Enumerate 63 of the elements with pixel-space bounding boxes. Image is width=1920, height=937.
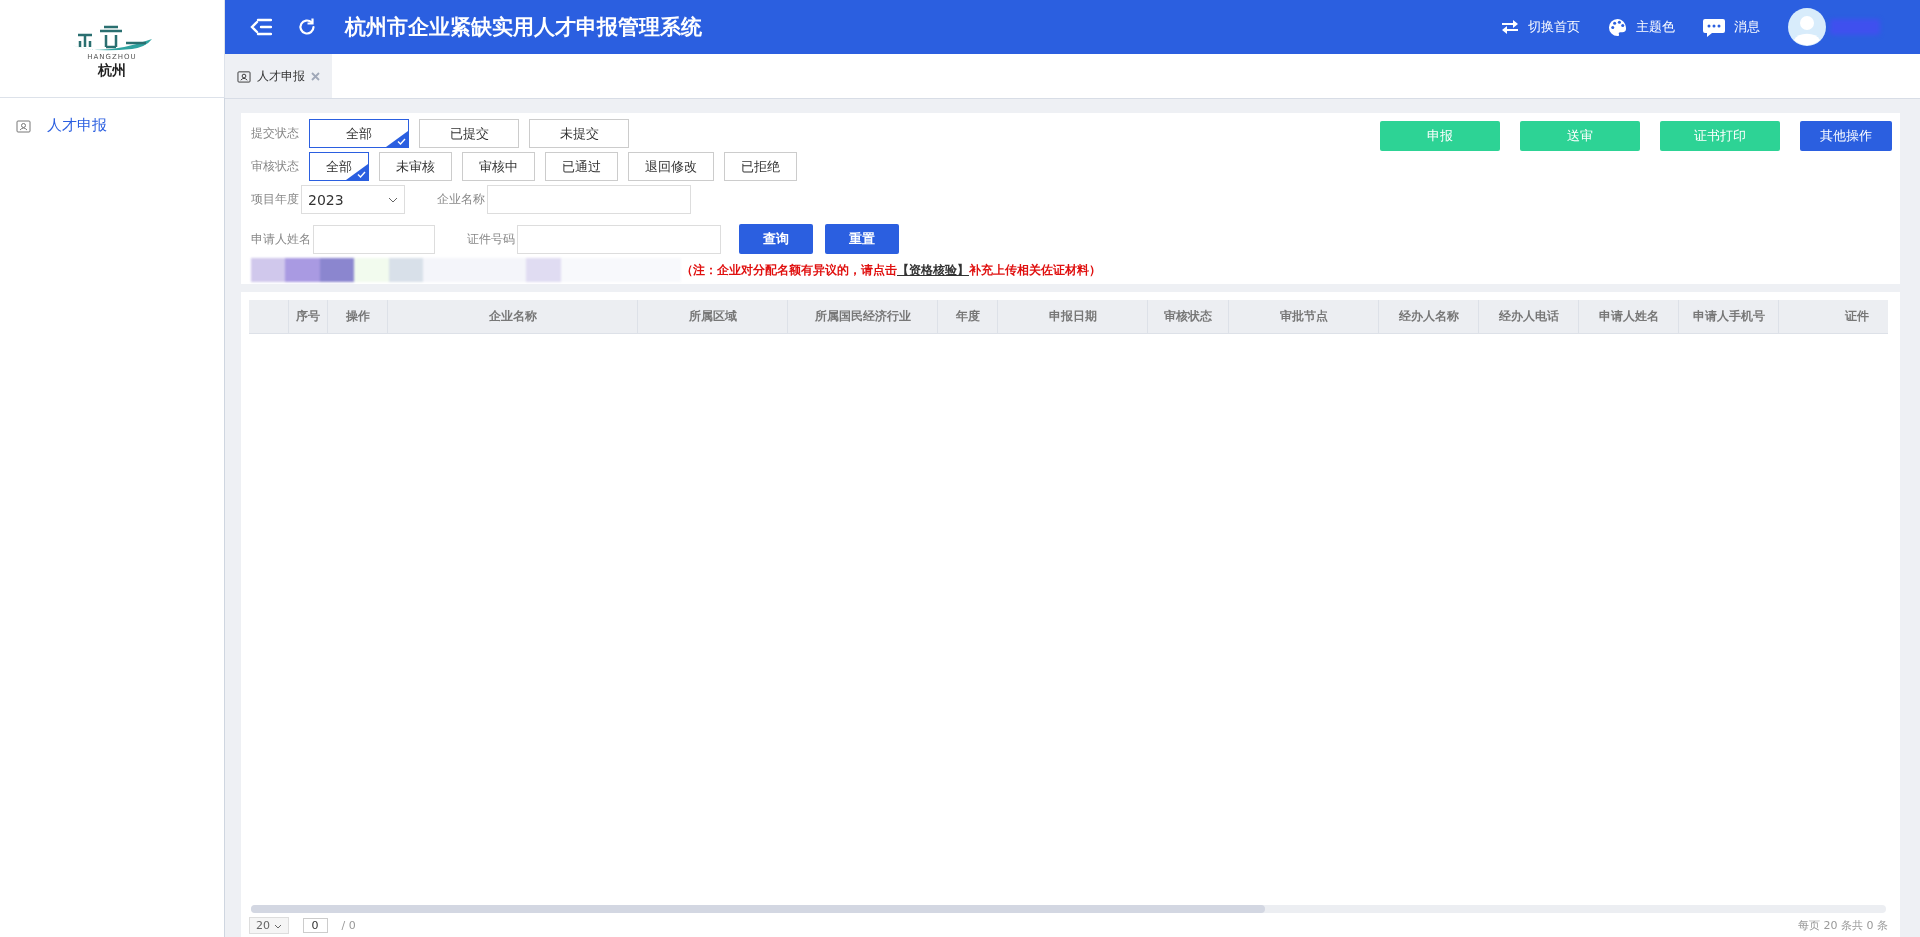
pager-summary: 每页 20 条共 0 条 (1798, 917, 1888, 933)
qualification-check-link[interactable]: 【资格核验】 (897, 262, 969, 277)
form-button[interactable]: 查询 (739, 224, 813, 254)
header-action[interactable]: 消息 (1703, 13, 1760, 41)
column-header: 申请人手机号 (1692, 308, 1765, 325)
filter-option[interactable]: 审核中 (462, 152, 535, 181)
column-header: 证件 (1845, 308, 1869, 325)
notice-text: （注：企业对分配名额有异议的，请点击【资格核验】补充上传相关佐证材料） (681, 261, 1101, 279)
sidebar-item[interactable]: 人才申报 (0, 112, 123, 139)
filter-option[interactable]: 退回修改 (628, 152, 714, 181)
person-card-icon (237, 69, 251, 83)
column-header: 企业名称 (488, 308, 537, 325)
page-number-input[interactable]: 0 (302, 917, 328, 933)
filter-option[interactable]: 全部 (309, 119, 409, 148)
filter-label: 项目年度 (251, 191, 299, 208)
column-header: 经办人名称 (1398, 308, 1459, 325)
refresh-icon (297, 17, 317, 37)
system-title: 杭州市企业紧缺实用人才申报管理系统 (345, 14, 703, 41)
filter-option[interactable]: 已拒绝 (724, 152, 797, 181)
header-action[interactable]: 主题色 (1608, 13, 1675, 41)
column-header: 年度 (955, 308, 980, 325)
page-size-select[interactable]: 20 (249, 916, 289, 934)
filter-option[interactable]: 全部 (309, 152, 369, 181)
filter-label: 申请人姓名 (251, 230, 311, 248)
column-header: 审批节点 (1279, 308, 1328, 325)
filter-option[interactable]: 已通过 (545, 152, 618, 181)
horizontal-scrollbar[interactable] (251, 905, 1886, 913)
column-header: 操作 (345, 308, 370, 325)
total-pages: / 0 (341, 918, 356, 932)
column-header: 申报日期 (1048, 308, 1097, 325)
filter-label: 企业名称 (437, 191, 485, 208)
checkmark-icon (397, 138, 406, 145)
avatar-icon[interactable] (1788, 8, 1826, 46)
applicant-name-input[interactable] (313, 224, 435, 254)
column-header: 序号 (296, 308, 320, 325)
column-header: 所属国民经济行业 (814, 308, 911, 325)
checkmark-icon (357, 171, 366, 178)
palette-icon (1608, 17, 1627, 37)
filter-label: 提交状态 (251, 125, 299, 142)
filter-option[interactable]: 未提交 (529, 119, 629, 148)
filter-label: 证件号码 (467, 230, 515, 248)
column-header: 申请人姓名 (1598, 308, 1659, 325)
filter-option[interactable]: 未审核 (379, 152, 452, 181)
chevron-down-icon (273, 923, 282, 929)
person-card-icon (16, 118, 31, 133)
column-header: 审核状态 (1164, 308, 1212, 325)
column-header: 经办人电话 (1498, 308, 1559, 325)
swap-arrows-icon (1501, 19, 1519, 35)
year-select[interactable]: 2023 (301, 185, 405, 214)
menu-collapse-icon (250, 18, 272, 36)
header-action[interactable]: 切换首页 (1501, 14, 1580, 40)
filter-label: 审核状态 (251, 158, 299, 175)
column-header: 所属区域 (688, 308, 737, 325)
filter-option[interactable]: 已提交 (419, 119, 519, 148)
logo-caption: 杭州 (98, 62, 126, 78)
action-button[interactable]: 其他操作 (1800, 121, 1892, 151)
id-number-input[interactable] (517, 224, 721, 254)
chat-bubble-icon (1703, 17, 1725, 37)
chevron-down-icon (388, 196, 398, 203)
close-icon[interactable] (311, 71, 320, 81)
company-name-input[interactable] (487, 185, 691, 214)
form-button[interactable]: 重置 (825, 224, 899, 254)
page-tab[interactable]: 人才申报 (225, 54, 332, 98)
